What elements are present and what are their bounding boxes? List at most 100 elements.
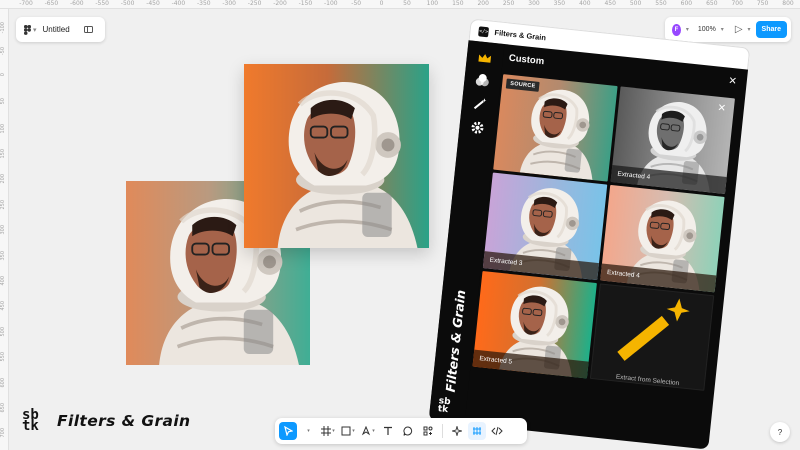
bottom-toolbar: ▾ ▾ ▾ ▾ bbox=[275, 418, 527, 444]
text-t-icon bbox=[384, 426, 392, 435]
dev-mode-toggle[interactable] bbox=[488, 422, 506, 440]
zoom-level[interactable]: 100% bbox=[698, 26, 716, 33]
ruler-tick-label: 800 bbox=[782, 0, 794, 7]
frame-hash-icon bbox=[321, 426, 332, 436]
filter-cell-extracted-4-mono[interactable]: ✕ Extracted 4 bbox=[610, 86, 735, 194]
ruler-tick-label: 150 bbox=[452, 0, 464, 7]
pen-icon bbox=[362, 426, 371, 436]
sparkle-icon bbox=[452, 426, 462, 436]
avatar[interactable]: F bbox=[672, 23, 681, 36]
code-brackets-icon bbox=[491, 426, 503, 436]
text-tool[interactable] bbox=[379, 422, 397, 440]
ruler-tick-label: 250 bbox=[0, 199, 6, 210]
ruler-tick-label: 0 bbox=[379, 0, 384, 7]
ruler-tick-label: 600 bbox=[680, 0, 693, 7]
extract-from-selection-button[interactable]: Extract from Selection bbox=[589, 283, 715, 391]
chevron-down-icon: ▾ bbox=[372, 428, 375, 434]
plugin-brand-text: Filters & Grain bbox=[442, 288, 468, 393]
header-actions: F ▾ 100% ▾ ▷ ▾ Share bbox=[665, 17, 791, 42]
filter-cell-source[interactable]: SOURCE bbox=[493, 74, 618, 182]
ruler-tick-label: -50 bbox=[0, 47, 6, 56]
gear-icon[interactable] bbox=[469, 119, 487, 137]
panel-title: Custom bbox=[508, 52, 545, 67]
ruler-tick-label: 100 bbox=[0, 123, 6, 134]
filter-grid: SOURCE ✕ Extracted 4 Extracted 3 Extract… bbox=[472, 74, 737, 391]
ruler-tick-label: 50 bbox=[0, 98, 6, 105]
ruler-tick-label: 200 bbox=[477, 0, 489, 7]
crown-icon[interactable] bbox=[476, 49, 494, 67]
ruler-tick-label: 700 bbox=[0, 428, 6, 438]
brand-mark: sb tk bbox=[22, 408, 50, 433]
filter-cell-extracted-4[interactable]: Extracted 4 bbox=[600, 184, 725, 293]
ruler-tick-label: 400 bbox=[0, 276, 6, 286]
share-button[interactable]: Share bbox=[755, 21, 787, 38]
magic-wand-icon[interactable] bbox=[471, 95, 489, 113]
comment-bubble-icon bbox=[403, 426, 413, 436]
toolbar-divider bbox=[442, 424, 443, 438]
design-mode-toggle[interactable] bbox=[468, 422, 486, 440]
ruler-tick-label: -500 bbox=[120, 0, 135, 7]
sidebar-toggle-icon[interactable] bbox=[83, 26, 93, 33]
ruler-tick-label: 650 bbox=[706, 0, 718, 7]
ruler-tick-label: 500 bbox=[629, 0, 642, 7]
ruler-tick-label: 0 bbox=[0, 72, 6, 76]
move-tool[interactable] bbox=[279, 422, 297, 440]
filter-cell-extracted-3[interactable]: Extracted 3 bbox=[482, 172, 608, 281]
ruler-tick-label: 200 bbox=[0, 174, 6, 184]
brand-logo: sb tk Filters & Grain bbox=[22, 408, 191, 433]
ruler-tick-label: 50 bbox=[403, 0, 411, 7]
ruler-tick-label: -100 bbox=[323, 0, 338, 7]
vertical-ruler: -100 -50 0 50 100 150 200 250 300 350 400 450 500 550… bbox=[0, 9, 9, 450]
brand-name: Filters & Grain bbox=[57, 412, 191, 430]
filter-cell-extracted-5[interactable]: Extracted 5 bbox=[472, 271, 597, 379]
rectangle-icon bbox=[341, 426, 351, 436]
chevron-down-icon[interactable]: ▾ bbox=[721, 26, 724, 33]
comment-tool[interactable] bbox=[399, 422, 417, 440]
ruler-tick-label: 250 bbox=[502, 0, 515, 7]
close-icon[interactable]: ✕ bbox=[728, 75, 737, 87]
help-button[interactable]: ? bbox=[770, 422, 790, 442]
move-tool-menu[interactable]: ▾ bbox=[299, 422, 317, 440]
horizontal-ruler: -700 -650 -600 -550 -500 -450 -400 -350 -300 -250… bbox=[0, 0, 800, 9]
chevron-down-icon: ▾ bbox=[332, 428, 335, 434]
rectangle-tool[interactable]: ▾ bbox=[339, 422, 357, 440]
ruler-tick-label: 600 bbox=[0, 377, 6, 388]
chevron-down-icon[interactable]: ▾ bbox=[686, 26, 689, 33]
pen-tool[interactable]: ▾ bbox=[359, 422, 377, 440]
ruler-tick-label: -350 bbox=[196, 0, 211, 7]
frame-tool[interactable]: ▾ bbox=[319, 422, 337, 440]
figma-menu-icon[interactable]: ▾ bbox=[24, 24, 37, 35]
ruler-tick-label: 350 bbox=[553, 0, 566, 7]
ruler-tick-label: -700 bbox=[19, 0, 33, 7]
plugin-mini-logo: sb tk bbox=[437, 396, 451, 416]
plugin-code-icon: </> bbox=[478, 25, 490, 37]
plugin-window-title: Filters & Grain bbox=[494, 27, 547, 43]
shapes-resources-icon bbox=[423, 426, 433, 436]
ai-tool[interactable] bbox=[448, 422, 466, 440]
ruler-tick-label: 500 bbox=[0, 326, 6, 337]
ruler-tick-label: -650 bbox=[44, 0, 59, 7]
ruler-tick-label: 450 bbox=[604, 0, 616, 7]
canvas-image-astronaut-front[interactable] bbox=[244, 64, 429, 248]
ruler-tick-label: 550 bbox=[655, 0, 667, 7]
ruler-tick-label: 300 bbox=[528, 0, 540, 7]
ruler-tick-label: 400 bbox=[579, 0, 591, 7]
mini-logo-bottom: tk bbox=[437, 404, 449, 416]
ruler-tick-label: 100 bbox=[426, 0, 439, 7]
chevron-down-icon: ▾ bbox=[307, 428, 310, 434]
design-mode-icon bbox=[473, 427, 481, 435]
close-icon[interactable]: ✕ bbox=[717, 103, 726, 115]
chevron-down-icon[interactable]: ▾ bbox=[748, 26, 751, 33]
color-circles-icon[interactable] bbox=[474, 71, 492, 89]
ruler-tick-label: -100 bbox=[0, 22, 6, 34]
ruler-tick-label: -400 bbox=[171, 0, 186, 7]
present-play-icon[interactable]: ▷ bbox=[735, 24, 743, 35]
cursor-arrow-icon bbox=[283, 426, 293, 436]
astronaut-illustration bbox=[244, 64, 429, 248]
file-title[interactable]: Untitled bbox=[43, 25, 70, 34]
ruler-tick-label: -300 bbox=[222, 0, 236, 7]
resources-tool[interactable] bbox=[419, 422, 437, 440]
file-menu-bar: ▾ Untitled bbox=[16, 17, 105, 42]
magic-wand-icon bbox=[617, 298, 690, 361]
ruler-tick-label: 450 bbox=[0, 301, 6, 311]
